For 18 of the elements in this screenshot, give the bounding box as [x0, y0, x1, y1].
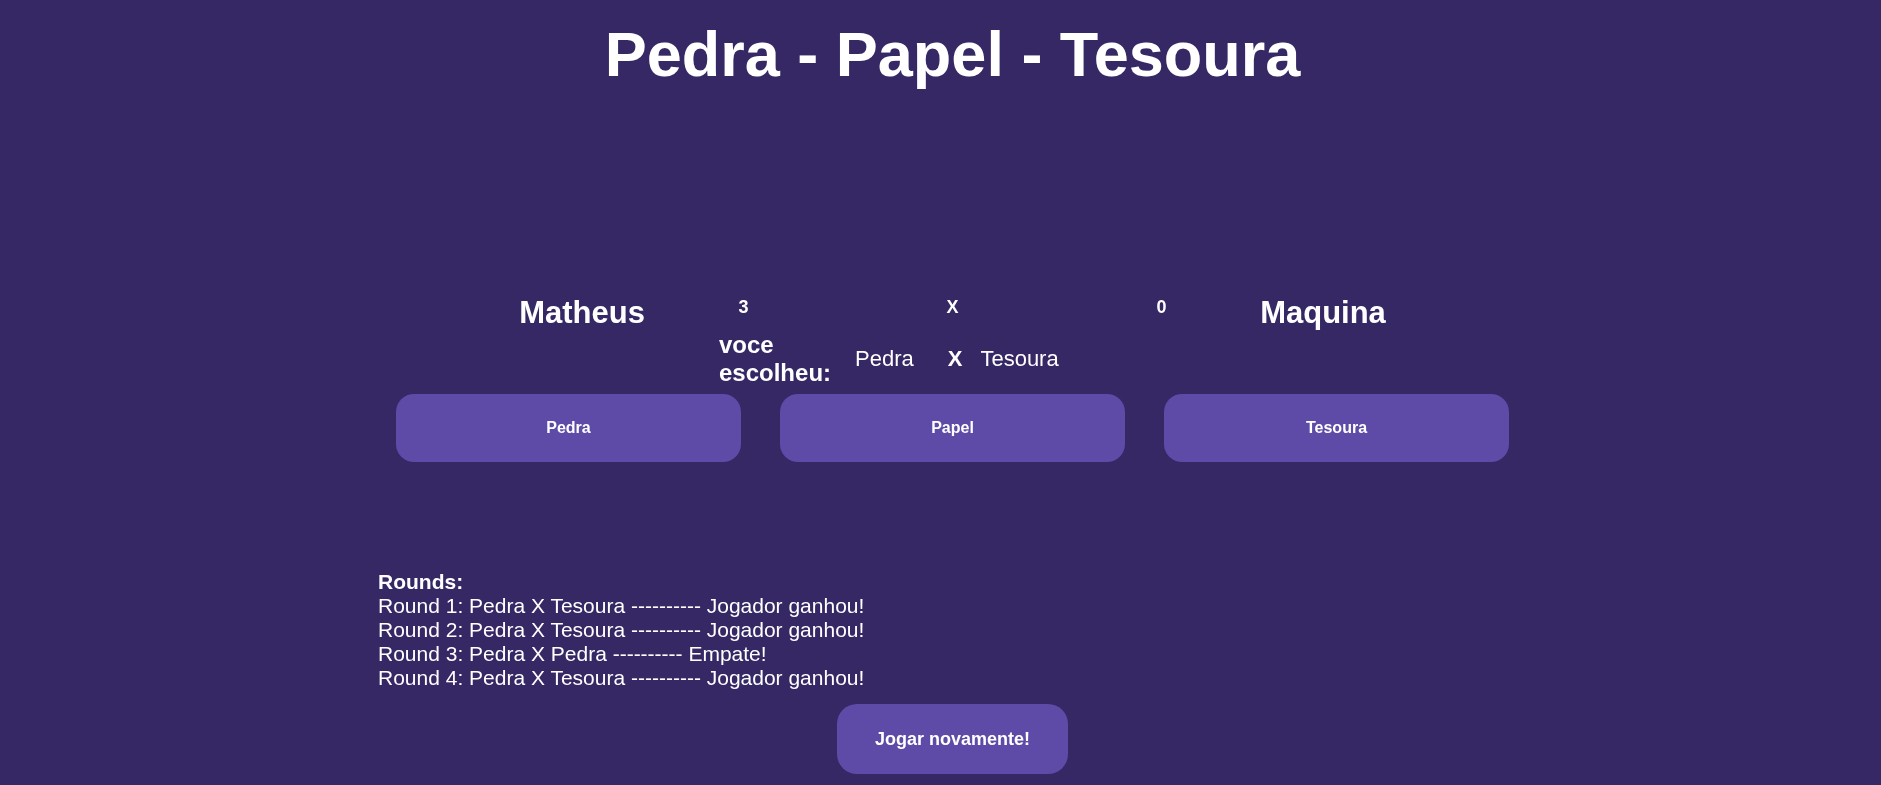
player-name: Matheus	[518, 296, 646, 330]
round-entry: Round 4: Pedra X Tesoura ---------- Jogador ganhou!	[378, 666, 865, 690]
machine-choice: Tesoura	[980, 345, 1059, 373]
choice-button[interactable]: Tesoura	[1164, 394, 1509, 462]
player-choice: Pedra	[855, 345, 914, 373]
round-entry: Round 3: Pedra X Pedra ---------- Empate!	[378, 642, 767, 666]
round-entry: Round 2: Pedra X Tesoura ---------- Jogador ganhou!	[378, 618, 865, 642]
choice-button[interactable]: Papel	[780, 394, 1125, 462]
machine-name: Maquina	[1259, 296, 1387, 330]
choice-separator: X	[947, 345, 963, 373]
rounds-heading: Rounds:	[378, 570, 464, 594]
choice-button[interactable]: Pedra	[396, 394, 741, 462]
play-again-button[interactable]: Jogar novamente!	[837, 704, 1068, 774]
score-separator: X	[946, 296, 959, 318]
machine-score: 0	[1156, 296, 1167, 318]
player-score: 3	[738, 296, 749, 318]
choice-label: voce escolheu:	[719, 331, 833, 387]
round-entry: Round 1: Pedra X Tesoura ---------- Jogador ganhou!	[378, 594, 865, 618]
